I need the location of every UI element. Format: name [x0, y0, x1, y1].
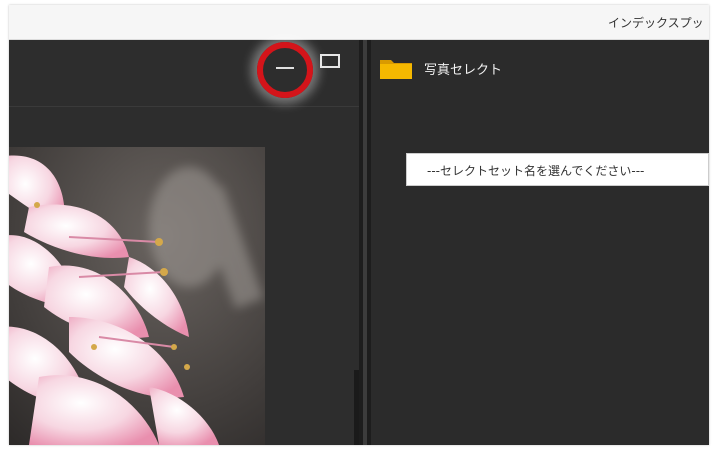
panel-title: 写真セレクト: [424, 63, 503, 78]
preview-panel: [9, 40, 359, 445]
folder-icon: [380, 57, 412, 79]
panel-splitter[interactable]: [359, 40, 371, 445]
app-window: インデックスプッ 写真セレクト ---セレクトセット名を選んでください---: [9, 5, 709, 445]
select-set-dropdown[interactable]: ---セレクトセット名を選んでください---: [406, 153, 709, 186]
splitter-rail: [363, 40, 367, 445]
highlight-circle: [257, 42, 313, 98]
preview-image: [9, 147, 265, 445]
title-bar: インデックスプッ: [9, 5, 709, 40]
select-set-value: ---セレクトセット名を選んでください---: [427, 164, 645, 178]
photo-select-panel: 写真セレクト ---セレクトセット名を選んでください---: [371, 40, 709, 445]
window-title: インデックスプッ: [608, 16, 704, 30]
panel-header-divider: [9, 106, 359, 107]
maximize-icon[interactable]: [320, 54, 340, 68]
